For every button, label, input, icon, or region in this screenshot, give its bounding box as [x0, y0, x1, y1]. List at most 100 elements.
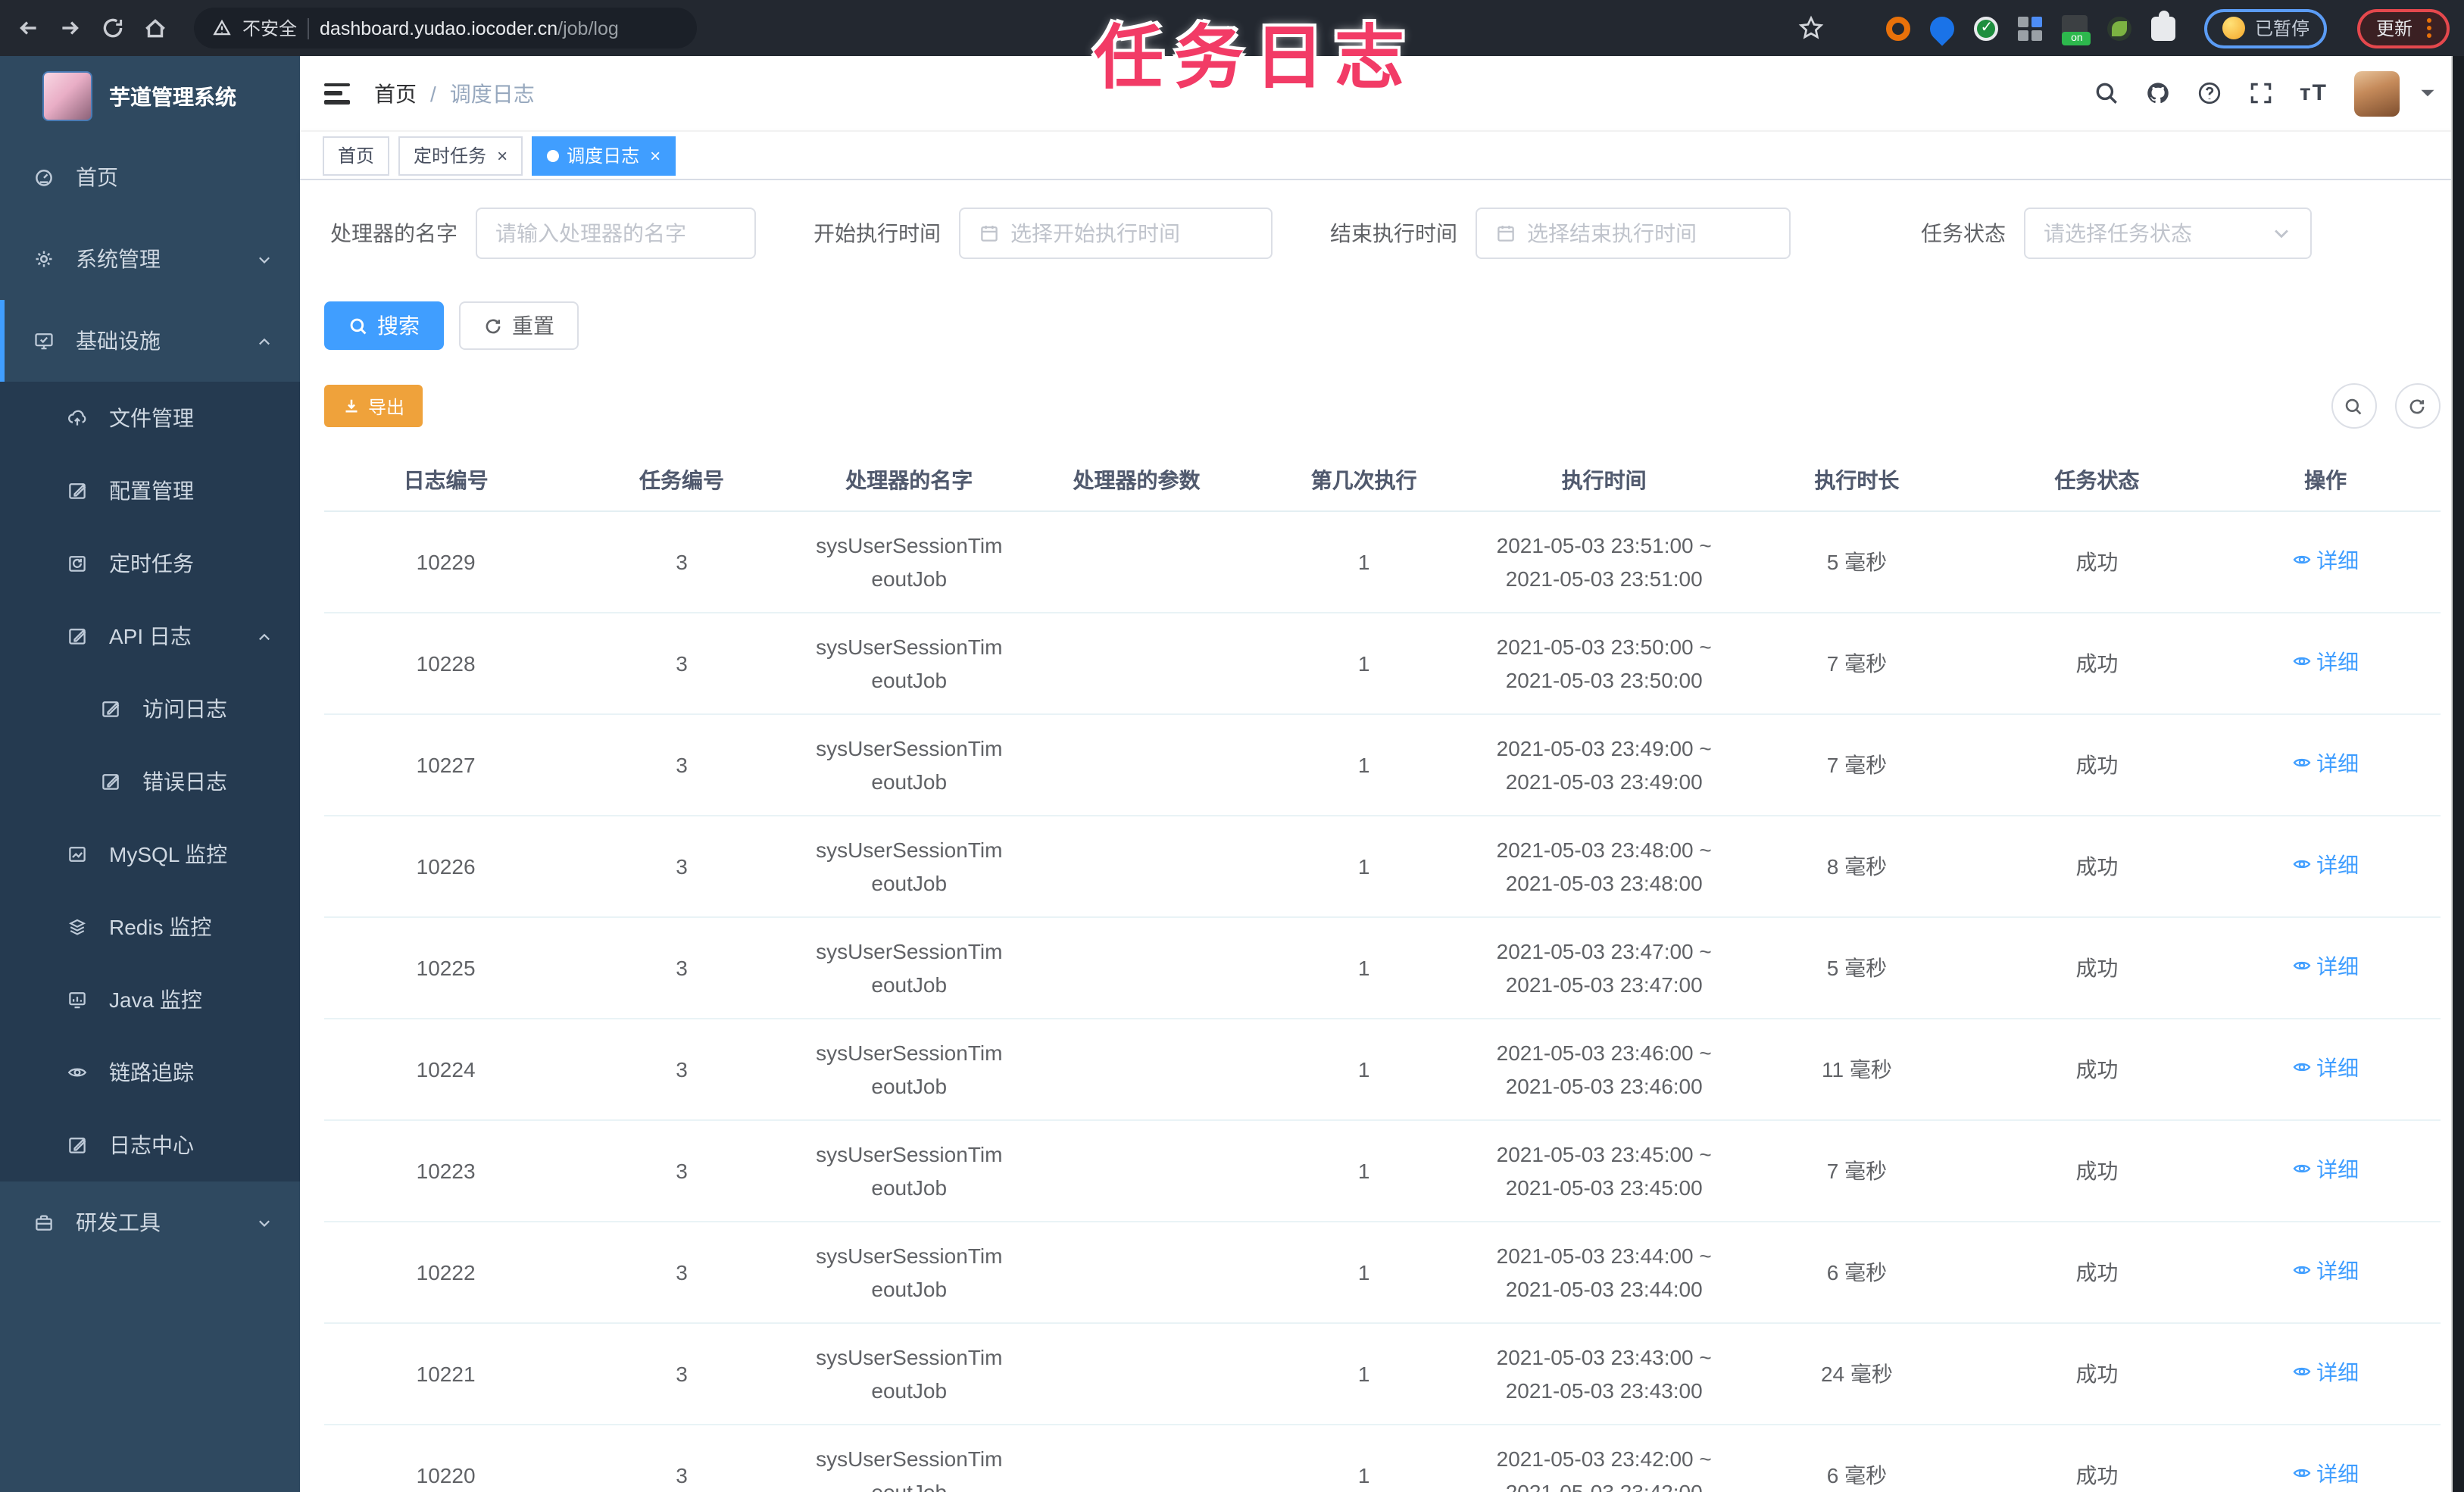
fullscreen-icon[interactable]	[2248, 80, 2274, 106]
paused-badge[interactable]: 已暂停	[2204, 8, 2328, 48]
logo-row[interactable]: 芋道管理系统	[0, 56, 300, 136]
begin-time-input[interactable]: 选择开始执行时间	[959, 208, 1273, 259]
end-time-input[interactable]: 选择结束执行时间	[1476, 208, 1791, 259]
sidebar-item-log-center[interactable]: 日志中心	[0, 1109, 300, 1181]
back-icon[interactable]	[15, 15, 41, 41]
sidebar-item-java-monitor[interactable]: Java 监控	[0, 963, 300, 1036]
detail-link[interactable]: 详细	[2292, 950, 2359, 983]
sidebar-item-config-mgmt[interactable]: 配置管理	[0, 454, 300, 527]
status-cell: 成功	[1982, 1322, 2212, 1425]
handler-cell: sysUserSessionTimeoutJob	[795, 1018, 1023, 1120]
tab-首页[interactable]: 首页	[323, 136, 390, 175]
param-cell	[1022, 1119, 1251, 1222]
url-bar[interactable]: 不安全 dashboard.yudao.iocoder.cn/job/log	[194, 8, 697, 48]
sidebar-item-mysql-monitor[interactable]: MySQL 监控	[0, 818, 300, 891]
view-icon	[2292, 754, 2312, 773]
forward-icon[interactable]	[58, 15, 83, 41]
browser-menu-icon[interactable]	[2426, 18, 2431, 38]
tab-调度日志[interactable]: 调度日志 ×	[532, 136, 676, 175]
detail-link[interactable]: 详细	[2292, 1356, 2359, 1389]
sidebar-item-dev-tools[interactable]: 研发工具	[0, 1181, 300, 1263]
sidebar-item-access-log[interactable]: 访问日志	[0, 673, 300, 745]
status-cell: 成功	[1982, 713, 2212, 816]
detail-label: 详细	[2316, 1055, 2359, 1080]
sidebar-item-file-mgmt[interactable]: 文件管理	[0, 382, 300, 454]
extension-puzzle-icon[interactable]	[2151, 10, 2176, 40]
breadcrumb-separator: /	[430, 81, 436, 105]
detail-link[interactable]: 详细	[2292, 544, 2359, 577]
column-header: 执行时间	[1477, 450, 1732, 511]
breadcrumb-home[interactable]: 首页	[374, 78, 417, 108]
window-scrollbar[interactable]	[2451, 56, 2464, 1492]
home-icon[interactable]	[142, 15, 168, 41]
refresh-table-button[interactable]	[2394, 383, 2440, 429]
detail-link[interactable]: 详细	[2292, 1051, 2359, 1085]
hamburger-icon[interactable]	[324, 83, 350, 104]
detail-link[interactable]: 详细	[2292, 1153, 2359, 1186]
cloud-upload-icon	[67, 407, 88, 429]
bookmark-star-icon[interactable]	[1799, 15, 1825, 41]
detail-link[interactable]: 详细	[2292, 645, 2359, 679]
reload-icon[interactable]	[100, 15, 126, 41]
export-button[interactable]: 导出	[324, 385, 423, 427]
duration-cell: 8 毫秒	[1731, 815, 1983, 917]
extension-green-check-icon[interactable]: ✓	[1974, 16, 1999, 40]
handler-name-input[interactable]: 请输入处理器的名字	[476, 208, 756, 259]
table-row: 10228 3 sysUserSessionTimeoutJob 1 2021-05-0…	[324, 612, 2440, 714]
user-avatar[interactable]	[2353, 70, 2399, 116]
table-row: 10223 3 sysUserSessionTimeoutJob 1 2021-05-0…	[324, 1119, 2440, 1222]
task-id-cell: 3	[567, 1119, 796, 1222]
tab-定时任务[interactable]: 定时任务 ×	[398, 136, 523, 175]
search-icon[interactable]	[2094, 80, 2119, 106]
extension-leaf-icon[interactable]	[2107, 16, 2132, 40]
avatar-caret-icon[interactable]	[2414, 80, 2440, 106]
exec-time-cell: 2021-05-03 23:46:00 ~ 2021-05-03 23:46:00	[1477, 1018, 1732, 1120]
column-header: 任务状态	[1982, 450, 2212, 511]
detail-link[interactable]: 详细	[2292, 1254, 2359, 1288]
action-cell: 详细	[2211, 612, 2440, 714]
status-cell: 成功	[1982, 1221, 2212, 1323]
job-log-table: 日志编号 任务编号 处理器的名字 处理器的参数 第几次执行 执行时间 执行时长 任务状态 操作 …	[324, 450, 2440, 1492]
sidebar-item-api-log[interactable]: API 日志	[0, 600, 300, 673]
detail-link[interactable]: 详细	[2292, 747, 2359, 780]
sidebar-item-label: 定时任务	[109, 551, 194, 576]
sidebar-item-infrastructure[interactable]: 基础设施	[0, 300, 300, 382]
sidebar-item-redis-monitor[interactable]: Redis 监控	[0, 891, 300, 963]
close-icon[interactable]: ×	[647, 146, 661, 164]
help-icon[interactable]	[2197, 80, 2222, 106]
exec-time-start: 2021-05-03 23:47:00 ~	[1496, 938, 1712, 963]
filter-label: 处理器的名字	[330, 221, 458, 245]
main-area: 首页 / 调度日志 тT 首页 定时任务 × 调度日志 × 处理器的名字 请输入处理器的名…	[300, 56, 2464, 1492]
sidebar-item-trace[interactable]: 链路追踪	[0, 1036, 300, 1109]
sidebar-item-scheduled-tasks[interactable]: 定时任务	[0, 527, 300, 600]
extension-on-badge-icon[interactable]: on	[2062, 15, 2091, 45]
placeholder-text: 请选择任务状态	[2044, 221, 2192, 245]
search-button[interactable]: 搜索	[324, 301, 444, 350]
font-size-icon[interactable]: тT	[2300, 80, 2328, 106]
detail-label: 详细	[2316, 649, 2359, 674]
view-icon	[2292, 1362, 2312, 1382]
monitor-icon	[33, 330, 55, 351]
status-cell: 成功	[1982, 1018, 2212, 1120]
tab-label: 调度日志	[567, 145, 640, 167]
detail-link[interactable]: 详细	[2292, 1457, 2359, 1490]
task-status-input[interactable]: 请选择任务状态	[2024, 208, 2312, 259]
exec-time-start: 2021-05-03 23:42:00 ~	[1496, 1446, 1712, 1470]
github-icon[interactable]	[2145, 80, 2171, 106]
extension-blue-drop-icon[interactable]	[1925, 11, 1960, 45]
sidebar-item-system-mgmt[interactable]: 系统管理	[0, 218, 300, 300]
chevron-down-icon	[2271, 223, 2292, 244]
detail-link[interactable]: 详细	[2292, 848, 2359, 882]
exec-time-cell: 2021-05-03 23:51:00 ~ 2021-05-03 23:51:00	[1477, 510, 1732, 613]
close-icon[interactable]: ×	[494, 146, 507, 164]
update-button[interactable]: 更新	[2357, 8, 2449, 48]
action-cell: 详细	[2211, 1424, 2440, 1492]
reset-button[interactable]: 重置	[459, 301, 579, 350]
action-cell: 详细	[2211, 713, 2440, 816]
sidebar-item-home[interactable]: 首页	[0, 136, 300, 218]
exec-time-cell: 2021-05-03 23:48:00 ~ 2021-05-03 23:48:00	[1477, 815, 1732, 917]
extension-grid-icon[interactable]	[2018, 16, 2043, 40]
extension-orange-ring-icon[interactable]	[1886, 16, 1911, 40]
toggle-search-button[interactable]	[2331, 383, 2376, 429]
sidebar-item-error-log[interactable]: 错误日志	[0, 745, 300, 818]
